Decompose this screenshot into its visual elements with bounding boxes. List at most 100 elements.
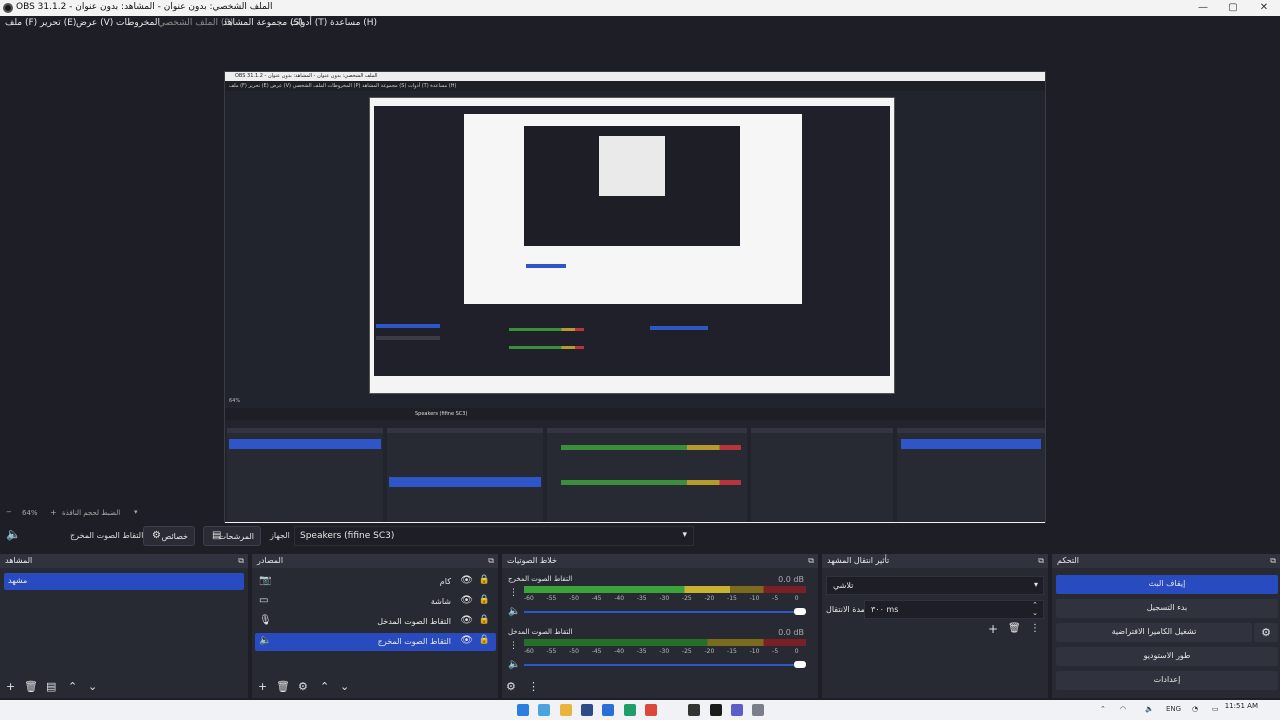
- volume-slider[interactable]: [524, 661, 806, 668]
- source-item-mic[interactable]: 🎙 التقاط الصوت المدخل 👁 🔒: [255, 613, 496, 631]
- deepest-preview: [524, 126, 740, 246]
- menu-docks[interactable]: المخروطات: [116, 18, 160, 28]
- edge-icon[interactable]: [624, 704, 636, 716]
- wifi-icon[interactable]: ◔: [1192, 705, 1198, 713]
- preview-canvas[interactable]: OBS 31.1.2 - الملف الشخصي: بدون عنوان - …: [224, 71, 1046, 533]
- menu-edit[interactable]: تحرير (E): [40, 18, 76, 28]
- eye-icon[interactable]: 👁: [460, 615, 473, 626]
- menu-tools[interactable]: أدوات (T): [290, 18, 327, 28]
- teams-icon[interactable]: [731, 704, 743, 716]
- maximize-button[interactable]: ▢: [1225, 1, 1241, 15]
- chevron-down-icon[interactable]: ▾: [134, 508, 138, 516]
- add-icon[interactable]: +: [258, 680, 267, 693]
- filter-icon[interactable]: ▤: [46, 680, 56, 693]
- lock-icon[interactable]: 🔒: [479, 575, 490, 585]
- trash-icon[interactable]: 🗑: [24, 680, 38, 693]
- start-icon[interactable]: [517, 704, 529, 716]
- studio-mode-button[interactable]: طور الاستوديو: [1056, 647, 1278, 666]
- network-icon[interactable]: ◠: [1120, 705, 1126, 713]
- settings-button[interactable]: إعدادات: [1056, 671, 1278, 690]
- slider-handle[interactable]: [794, 661, 806, 668]
- filters-button[interactable]: ▤ المرشحات: [203, 526, 261, 546]
- transition-type-select[interactable]: تلاشي ▾: [826, 576, 1044, 595]
- slider-handle[interactable]: [794, 608, 806, 615]
- zoom-level[interactable]: 64%: [22, 509, 38, 517]
- chrome-icon[interactable]: [645, 704, 657, 716]
- add-icon[interactable]: +: [988, 622, 998, 636]
- nested-selection-bar: [526, 264, 566, 268]
- language-indicator[interactable]: ENG: [1166, 705, 1181, 713]
- move-up-icon[interactable]: ⌃: [68, 680, 77, 693]
- virtual-camera-label: تشغيل الكاميرا الافتراضية: [1111, 627, 1197, 636]
- speaker-icon[interactable]: 🔈: [508, 659, 520, 670]
- lock-icon[interactable]: 🔒: [479, 615, 490, 625]
- menu-help[interactable]: مساعدة (H): [330, 18, 377, 28]
- dock-float-icon[interactable]: ⧉: [238, 556, 244, 566]
- move-up-icon[interactable]: ⌃: [320, 680, 329, 693]
- source-item-desktop-audio[interactable]: 🔈 التقاط الصوت المخرج 👁 🔒: [255, 633, 496, 651]
- start-recording-button[interactable]: بدء التسجيل: [1056, 599, 1278, 618]
- virtual-camera-settings-icon[interactable]: ⚙: [1254, 623, 1278, 642]
- dock-float-icon[interactable]: ⧉: [1038, 556, 1044, 566]
- menu-view[interactable]: عرض (V): [76, 18, 113, 28]
- eye-icon[interactable]: 👁: [460, 635, 473, 646]
- channel-name: التقاط الصوت المدخل: [508, 628, 573, 636]
- trash-icon[interactable]: 🗑: [276, 680, 290, 693]
- stop-streaming-label: إيقاف البث: [1148, 579, 1186, 588]
- source-item-cam[interactable]: 📷 كام 👁 🔒: [255, 573, 496, 591]
- nested-scene-bar: [376, 324, 440, 328]
- start-recording-label: بدء التسجيل: [1146, 603, 1188, 612]
- copilot-icon[interactable]: [538, 704, 550, 716]
- more-options-icon[interactable]: ⋮: [1030, 623, 1040, 634]
- zoom-increase-icon[interactable]: +: [50, 508, 57, 517]
- add-icon[interactable]: +: [6, 680, 15, 693]
- dock-float-icon[interactable]: ⧉: [808, 556, 814, 566]
- meter-tick-label: -55: [546, 648, 557, 655]
- obs-icon[interactable]: [688, 704, 700, 716]
- clock[interactable]: 11:51 AM: [1225, 702, 1258, 710]
- lock-icon[interactable]: 🔒: [479, 635, 490, 645]
- scene-item[interactable]: مشهد: [4, 573, 244, 590]
- meter-tick-label: -30: [659, 648, 670, 655]
- move-down-icon[interactable]: ⌄: [88, 680, 97, 693]
- source-item-screen[interactable]: ▭ شاشة 👁 🔒: [255, 593, 496, 611]
- volume-slider[interactable]: [524, 608, 806, 615]
- gear-icon[interactable]: ⚙: [506, 680, 516, 693]
- spin-arrows-icon[interactable]: ⌃ ⌄: [1032, 601, 1038, 617]
- minimize-button[interactable]: —: [1195, 1, 1211, 15]
- close-button[interactable]: ✕: [1256, 1, 1272, 15]
- file-explorer-icon[interactable]: [560, 704, 572, 716]
- stop-streaming-button[interactable]: إيقاف البث: [1056, 575, 1278, 594]
- move-down-icon[interactable]: ⌄: [340, 680, 349, 693]
- eye-icon[interactable]: 👁: [460, 575, 473, 586]
- obs-second-icon[interactable]: [710, 704, 722, 716]
- more-options-icon[interactable]: ⋮: [509, 588, 518, 598]
- more-options-icon[interactable]: ⋮: [528, 680, 539, 693]
- scenes-dock-footer: + 🗑 ▤ ⌃ ⌄: [0, 676, 248, 698]
- virtual-camera-button[interactable]: تشغيل الكاميرا الافتراضية: [1056, 623, 1252, 642]
- dock-float-icon[interactable]: ⧉: [488, 556, 494, 566]
- store-icon[interactable]: [602, 704, 614, 716]
- lock-icon[interactable]: 🔒: [479, 595, 490, 605]
- speaker-icon[interactable]: 🔈: [508, 606, 520, 617]
- nested-titlebar: OBS 31.1.2 - الملف الشخصي: بدون عنوان - …: [225, 72, 1045, 81]
- chevron-up-icon[interactable]: ⌃: [1100, 705, 1106, 713]
- volume-icon[interactable]: 🔈: [1145, 705, 1154, 713]
- fit-window-label[interactable]: الضبط لحجم النافذة: [62, 509, 120, 517]
- app-icon[interactable]: [581, 704, 593, 716]
- preview-area[interactable]: OBS 31.1.2 - الملف الشخصي: بدون عنوان - …: [0, 31, 1280, 533]
- menu-file[interactable]: ملف (F): [5, 18, 37, 28]
- trash-icon[interactable]: 🗑: [1008, 623, 1021, 634]
- battery-icon[interactable]: ▭: [1212, 705, 1219, 713]
- gear-icon[interactable]: ⚙: [298, 680, 308, 693]
- app-icon-2[interactable]: [752, 704, 764, 716]
- nested-scene-bar-2: [376, 336, 440, 340]
- zoom-decrease-icon[interactable]: −: [6, 508, 12, 516]
- dock-float-icon[interactable]: ⧉: [1270, 556, 1276, 566]
- more-options-icon[interactable]: ⋮: [509, 641, 518, 651]
- properties-button[interactable]: ⚙ خصائص: [143, 526, 195, 546]
- eye-icon[interactable]: 👁: [460, 595, 473, 606]
- duration-spinbox[interactable]: ٣٠٠ ms ⌃ ⌄: [864, 600, 1044, 619]
- device-select[interactable]: Speakers (fifine SC3) ▾: [294, 526, 694, 546]
- source-toolbar: 🔈 التقاط الصوت المخرج ⚙ خصائص ▤ المرشحات…: [0, 523, 1280, 549]
